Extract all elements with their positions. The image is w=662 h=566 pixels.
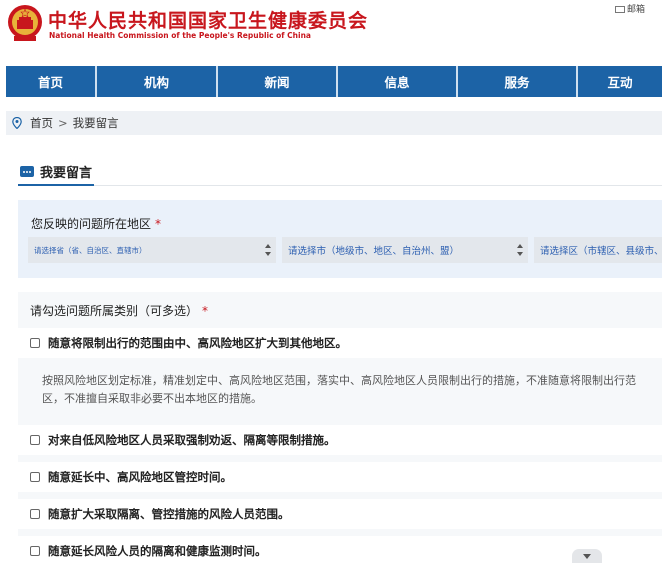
section-title: 我要留言: [20, 162, 92, 181]
breadcrumb-separator: >: [58, 116, 68, 130]
nav-item-home[interactable]: 首页: [6, 66, 97, 97]
region-panel: 您反映的问题所在地区 * 请选择省（省、自治区、直辖市） 请选择市（地级市、地区、…: [18, 200, 662, 278]
required-mark: *: [202, 304, 209, 318]
nav-item-services[interactable]: 服务: [458, 66, 578, 97]
category-label: 请勾选问题所属类别（可多选） *: [30, 304, 209, 318]
section-title-underline: [18, 184, 94, 186]
location-pin-icon: [12, 117, 22, 129]
nav-item-institutions[interactable]: 机构: [97, 66, 218, 97]
city-select[interactable]: 请选择市（地级市、地区、自治州、盟）: [282, 237, 528, 263]
category-option-label: 对来自低风险地区人员采取强制劝返、隔离等限制措施。: [48, 433, 336, 447]
nav-item-news[interactable]: 新闻: [218, 66, 338, 97]
category-option-label: 随意将限制出行的范围由中、高风险地区扩大到其他地区。: [48, 336, 347, 350]
checkbox[interactable]: [30, 472, 40, 482]
breadcrumb: 首页 > 我要留言: [6, 111, 662, 135]
breadcrumb-current: 我要留言: [72, 116, 119, 130]
site-title-cn: 中华人民共和国国家卫生健康委员会: [48, 10, 369, 32]
category-option-label: 随意延长中、高风险地区管控时间。: [48, 470, 232, 484]
category-option[interactable]: 随意延长中、高风险地区管控时间。: [18, 462, 662, 492]
checkbox[interactable]: [30, 546, 40, 556]
scroll-down-button[interactable]: [572, 549, 602, 563]
message-icon: [20, 166, 34, 177]
province-select[interactable]: 请选择省（省、自治区、直辖市）: [28, 237, 276, 263]
checkbox[interactable]: [30, 338, 40, 348]
region-label: 您反映的问题所在地区 *: [31, 217, 162, 231]
section-divider: [18, 185, 662, 186]
category-panel: 请勾选问题所属类别（可多选） * 随意将限制出行的范围由中、高风险地区扩大到其他地…: [18, 292, 662, 566]
required-mark: *: [155, 217, 162, 231]
category-option[interactable]: 随意延长风险人员的隔离和健康监测时间。: [18, 536, 662, 566]
category-option-label: 随意延长风险人员的隔离和健康监测时间。: [48, 544, 267, 558]
category-option[interactable]: 对来自低风险地区人员采取强制劝返、隔离等限制措施。: [18, 425, 662, 455]
mail-label: 邮箱: [627, 5, 646, 15]
nav-item-interaction[interactable]: 互动: [578, 66, 662, 97]
category-option-label: 随意扩大采取隔离、管控措施的风险人员范围。: [48, 507, 290, 521]
site-title-en: National Health Commission of the People…: [49, 31, 311, 40]
select-arrows-icon: [517, 244, 524, 256]
district-select-text: 请选择区（市辖区、县级市、: [540, 246, 662, 257]
breadcrumb-home-link[interactable]: 首页: [30, 115, 53, 131]
city-select-text: 请选择市（地级市、地区、自治州、盟）: [288, 246, 460, 257]
national-emblem-icon: [8, 5, 42, 41]
envelope-icon: [615, 6, 625, 13]
district-select[interactable]: 请选择区（市辖区、县级市、: [534, 237, 662, 263]
category-option[interactable]: 随意扩大采取隔离、管控措施的风险人员范围。: [18, 499, 662, 529]
nav-item-information[interactable]: 信息: [338, 66, 458, 97]
site-header: 中华人民共和国国家卫生健康委员会 National Health Commiss…: [0, 0, 662, 66]
checkbox[interactable]: [30, 435, 40, 445]
mail-link[interactable]: 邮箱: [615, 2, 645, 15]
main-nav: 首页 机构 新闻 信息 服务 互动: [6, 66, 662, 97]
province-select-text: 请选择省（省、自治区、直辖市）: [34, 245, 147, 255]
checkbox[interactable]: [30, 509, 40, 519]
section-title-text: 我要留言: [40, 166, 93, 181]
select-arrows-icon: [265, 244, 272, 256]
category-option[interactable]: 随意将限制出行的范围由中、高风险地区扩大到其他地区。: [18, 328, 662, 358]
category-option-description: 按照风险地区划定标准，精准划定中、高风险地区范围，落实中、高风险地区人员限制出行…: [42, 374, 636, 405]
